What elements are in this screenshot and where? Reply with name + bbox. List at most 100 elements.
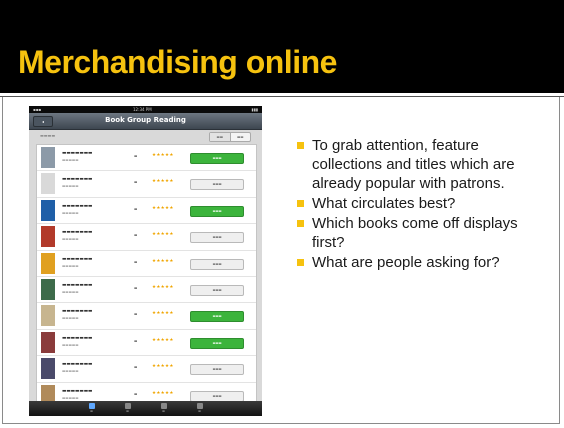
book-cover-image [41,147,55,168]
bullet-square-icon [297,220,304,227]
book-author: ▬▬▬▬▬ [62,316,79,321]
sort-segmented-control[interactable]: ▬▬ ▬▬ [209,132,251,142]
book-format: ▬ [134,285,138,290]
book-format: ▬ [134,365,138,370]
book-list: ▬▬▬▬▬▬▬ ▬▬▬▬▬ ▬ ★★★★★ ▬▬▬ ▬▬▬▬▬▬▬ ▬▬▬▬▬ ▬ ★★★★★ ▬… [36,144,257,409]
bullet-square-icon [297,259,304,266]
book-cover-image [41,226,55,248]
bullet-item: What are people asking for? [297,253,552,272]
book-cover-image [41,199,55,221]
battery-icon: ▮▮▮ [251,107,258,112]
carrier-icon: ▪▪▪ [33,107,42,112]
book-row[interactable]: ▬▬▬▬▬▬▬ ▬▬▬▬▬ ▬ ★★★★★ ▬▬▬ [37,171,256,198]
book-format: ▬ [134,206,138,211]
bullet-item: To grab attention, feature collections a… [297,136,552,193]
borrow-button[interactable]: ▬▬▬ [190,153,244,164]
book-title: ▬▬▬▬▬▬▬ [62,388,93,394]
book-author: ▬▬▬▬▬ [62,289,79,294]
book-format: ▬ [134,154,138,158]
status-time: 12:34 PM [133,107,152,112]
book-title: ▬▬▬▬▬▬▬ [62,151,93,156]
borrow-button[interactable]: ▬▬▬ [190,205,244,217]
filter-bar: ▬▬▬▬ ▬▬ ▬▬ [36,130,255,144]
segment-left[interactable]: ▬▬ [210,133,231,141]
rating-stars-icon: ★★★★★ [152,179,174,185]
book-author: ▬▬▬▬▬ [62,184,79,189]
rating-stars-icon: ★★★★★ [152,337,174,343]
book-cover-image [41,358,55,380]
book-author: ▬▬▬▬▬ [62,342,79,347]
book-author: ▬▬▬▬▬ [62,237,79,242]
rating-stars-icon: ★★★★★ [152,205,174,211]
tab-bar: ▬ ▬ ▬ ▬ [29,401,262,416]
book-title: ▬▬▬▬▬▬▬ [62,309,93,315]
tab-search[interactable]: ▬ [156,402,172,415]
book-row[interactable]: ▬▬▬▬▬▬▬ ▬▬▬▬▬ ▬ ★★★★★ ▬▬▬ [37,330,256,357]
book-format: ▬ [134,259,138,264]
book-author: ▬▬▬▬▬ [62,158,79,162]
bullet-text: What are people asking for? [312,254,500,271]
book-format: ▬ [134,338,138,343]
bullet-item: Which books come off displays first? [297,214,552,252]
segment-right[interactable]: ▬▬ [231,133,251,141]
book-title: ▬▬▬▬▬▬▬ [62,230,93,236]
rating-stars-icon: ★★★★★ [152,311,174,317]
tab-featured[interactable]: ▬ [84,402,100,415]
bullet-text: What circulates best? [312,195,456,212]
hold-button[interactable]: ▬▬▬ [190,232,244,244]
status-bar: ▪▪▪ 12:34 PM ▮▮▮ [29,106,262,113]
bullet-square-icon [297,200,304,207]
nav-bar: ◂ Book Group Reading [29,113,262,130]
book-title: ▬▬▬▬▬▬▬ [62,203,93,209]
book-title: ▬▬▬▬▬▬▬ [62,282,93,288]
borrow-button[interactable]: ▬▬▬ [190,337,244,349]
bullet-square-icon [297,142,304,149]
bullet-list: To grab attention, feature collections a… [297,136,552,273]
bullet-text: Which books come off displays first? [312,215,518,251]
book-cover-image [41,278,55,300]
book-row[interactable]: ▬▬▬▬▬▬▬ ▬▬▬▬▬ ▬ ★★★★★ ▬▬▬ [37,145,256,172]
book-row[interactable]: ▬▬▬▬▬▬▬ ▬▬▬▬▬ ▬ ★★★★★ ▬▬▬ [37,303,256,330]
book-title: ▬▬▬▬▬▬▬ [62,362,93,368]
book-row[interactable]: ▬▬▬▬▬▬▬ ▬▬▬▬▬ ▬ ★★★★★ ▬▬▬ [37,198,256,225]
book-author: ▬▬▬▬▬ [62,210,79,215]
book-row[interactable]: ▬▬▬▬▬▬▬ ▬▬▬▬▬ ▬ ★★★★★ ▬▬▬ [37,251,256,277]
book-cover-image [41,173,55,195]
rating-stars-icon: ★★★★★ [152,390,174,396]
book-format: ▬ [134,233,138,238]
filter-label: ▬▬▬▬ [40,133,56,138]
ipad-screenshot: ▪▪▪ 12:34 PM ▮▮▮ ◂ Book Group Reading ▬▬… [29,106,262,416]
bullet-text: To grab attention, feature collections a… [312,137,515,192]
hold-button[interactable]: ▬▬▬ [190,258,244,270]
book-format: ▬ [134,391,138,396]
slide-title: Merchandising online [18,44,337,80]
rating-stars-icon: ★★★★★ [152,258,174,264]
book-author: ▬▬▬▬▬ [62,263,79,268]
book-author: ▬▬▬▬▬ [62,369,79,374]
tab-account[interactable]: ▬ [192,402,208,415]
book-format: ▬ [134,180,138,185]
tab-categories[interactable]: ▬ [120,402,136,415]
rating-stars-icon: ★★★★★ [152,232,174,238]
rating-stars-icon: ★★★★★ [152,153,174,158]
book-cover-image [41,305,55,327]
hold-button[interactable]: ▬▬▬ [190,364,244,376]
book-cover-image [41,252,55,274]
book-cover-image [41,331,55,353]
book-title: ▬▬▬▬▬▬▬ [62,177,93,183]
book-row[interactable]: ▬▬▬▬▬▬▬ ▬▬▬▬▬ ▬ ★★★★★ ▬▬▬ [37,356,256,383]
book-format: ▬ [134,312,138,317]
hold-button[interactable]: ▬▬▬ [190,284,244,296]
book-row[interactable]: ▬▬▬▬▬▬▬ ▬▬▬▬▬ ▬ ★★★★★ ▬▬▬ [37,277,256,304]
borrow-button[interactable]: ▬▬▬ [190,311,244,323]
book-row[interactable]: ▬▬▬▬▬▬▬ ▬▬▬▬▬ ▬ ★★★★★ ▬▬▬ [37,224,256,251]
hold-button[interactable]: ▬▬▬ [190,390,244,402]
hold-button[interactable]: ▬▬▬ [190,179,244,191]
bullet-item: What circulates best? [297,194,552,213]
rating-stars-icon: ★★★★★ [152,364,174,370]
slide-header: Merchandising online [0,0,564,93]
book-author: ▬▬▬▬▬ [62,395,79,400]
rating-stars-icon: ★★★★★ [152,284,174,290]
nav-title: Book Group Reading [105,116,186,124]
book-title: ▬▬▬▬▬▬▬ [62,256,93,262]
